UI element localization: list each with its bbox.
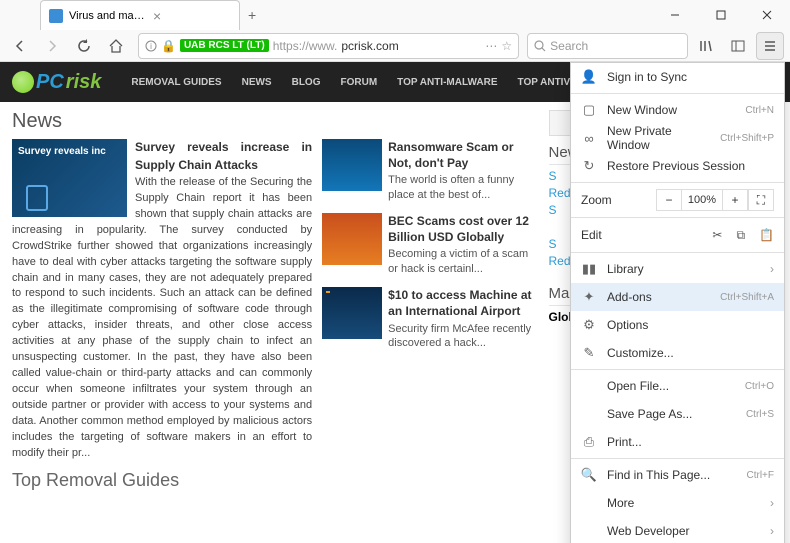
- browser-tab[interactable]: Virus and malware removal ins ×: [40, 0, 240, 30]
- menu-find[interactable]: 🔍Find in This Page...Ctrl+F: [571, 461, 784, 489]
- paste-icon[interactable]: 📋: [759, 228, 774, 243]
- maximize-button[interactable]: [698, 0, 744, 30]
- url-prefix: https://www.: [273, 39, 338, 53]
- app-menu: 👤Sign in to Sync ▢New WindowCtrl+N ∞New …: [570, 62, 785, 543]
- article-excerpt: Becoming a victim of a scam or hack is c…: [388, 248, 528, 275]
- secondary-articles: Ransomware Scam or Not, don't Pay The wor…: [322, 139, 536, 462]
- reload-button[interactable]: [70, 32, 98, 60]
- nav-anti-malware[interactable]: TOP ANTI-MALWARE: [387, 77, 507, 88]
- featured-body: conducted by CrowdStrike further showed …: [12, 224, 312, 459]
- tab-title: Virus and malware removal ins: [69, 10, 147, 22]
- print-icon: ⎙: [581, 434, 597, 450]
- home-button[interactable]: [102, 32, 130, 60]
- content-area: PCrisk REMOVAL GUIDES NEWS BLOG FORUM TO…: [0, 62, 790, 543]
- article-thumb: [322, 139, 382, 191]
- logo-text-2: risk: [66, 71, 102, 94]
- find-icon: 🔍: [581, 467, 597, 483]
- featured-title[interactable]: Survey reveals increase in Supply Chain …: [135, 140, 312, 172]
- chevron-right-icon: ›: [770, 524, 774, 538]
- nav-removal-guides[interactable]: REMOVAL GUIDES: [121, 77, 231, 88]
- article-excerpt: The world is often a funny place at the …: [388, 174, 514, 201]
- article-thumb: [322, 213, 382, 265]
- library-icon: ▮▮: [581, 261, 597, 277]
- mask-icon: ∞: [581, 131, 597, 146]
- news-heading: News: [12, 110, 537, 133]
- menu-new-window[interactable]: ▢New WindowCtrl+N: [571, 96, 784, 124]
- close-tab-icon[interactable]: ×: [153, 8, 231, 24]
- featured-article: Survey reveals inc Survey reveals increa…: [12, 139, 312, 462]
- gear-icon: ⚙: [581, 317, 597, 333]
- restore-icon: ↻: [581, 158, 597, 174]
- nav-forum[interactable]: FORUM: [330, 77, 387, 88]
- article-bec[interactable]: BEC Scams cost over 12 Billion USD Globa…: [322, 213, 536, 277]
- forward-button[interactable]: [38, 32, 66, 60]
- menu-webdev[interactable]: Web Developer›: [571, 517, 784, 543]
- menu-edit: Edit ✂ ⧉ 📋: [571, 220, 784, 250]
- zoom-value: 100%: [682, 189, 722, 211]
- main-column: News Survey reveals inc Survey reveals i…: [12, 110, 537, 491]
- menu-print[interactable]: ⎙Print...: [571, 428, 784, 456]
- zoom-in-button[interactable]: +: [722, 189, 748, 211]
- article-title: BEC Scams cost over 12 Billion USD Globa…: [388, 213, 536, 245]
- article-thumb: [322, 287, 382, 339]
- menu-addons[interactable]: ✦Add-onsCtrl+Shift+A: [571, 283, 784, 311]
- minimize-button[interactable]: [652, 0, 698, 30]
- chevron-right-icon: ›: [770, 262, 774, 276]
- featured-thumb: Survey reveals inc: [12, 139, 127, 217]
- article-title: Ransomware Scam or Not, don't Pay: [388, 139, 536, 171]
- nav-news[interactable]: NEWS: [232, 77, 282, 88]
- article-excerpt: Security firm McAfee recently discovered…: [388, 323, 531, 350]
- menu-more[interactable]: More›: [571, 489, 784, 517]
- lock-icon: 🔒: [161, 39, 176, 53]
- search-placeholder: Search: [550, 39, 588, 53]
- menu-library[interactable]: ▮▮Library›: [571, 255, 784, 283]
- top-removal-heading: Top Removal Guides: [12, 470, 537, 491]
- menu-open-file[interactable]: Open File...Ctrl+O: [571, 372, 784, 400]
- new-tab-button[interactable]: +: [248, 7, 256, 23]
- back-button[interactable]: [6, 32, 34, 60]
- toolbar: i 🔒 UAB RCS LT (LT) https://www.pcrisk.c…: [0, 30, 790, 62]
- bookmark-icon[interactable]: ☆: [501, 39, 512, 53]
- copy-icon[interactable]: ⧉: [736, 228, 745, 243]
- close-window-button[interactable]: [744, 0, 790, 30]
- fullscreen-button[interactable]: ⛶: [748, 189, 774, 211]
- sidebar-button[interactable]: [724, 32, 752, 60]
- menu-new-private[interactable]: ∞New Private WindowCtrl+Shift+P: [571, 124, 784, 152]
- titlebar: Virus and malware removal ins × +: [0, 0, 790, 30]
- article-airport[interactable]: $10 to access Machine at an Internationa…: [322, 287, 536, 351]
- customize-icon: ✎: [581, 345, 597, 361]
- nav-blog[interactable]: BLOG: [282, 77, 331, 88]
- sync-icon: 👤: [581, 69, 597, 85]
- menu-restore[interactable]: ↻Restore Previous Session: [571, 152, 784, 180]
- logo-text-1: PC: [36, 71, 64, 94]
- chevron-right-icon: ›: [770, 496, 774, 510]
- zoom-out-button[interactable]: −: [656, 189, 682, 211]
- cut-icon[interactable]: ✂: [712, 228, 722, 243]
- tab-favicon: [49, 9, 63, 23]
- site-logo[interactable]: PCrisk: [12, 71, 101, 94]
- logo-icon: [12, 71, 34, 93]
- menu-zoom: Zoom − 100% + ⛶: [571, 185, 784, 215]
- ev-badge: UAB RCS LT (LT): [180, 39, 269, 52]
- menu-customize[interactable]: ✎Customize...: [571, 339, 784, 367]
- hamburger-menu-button[interactable]: [756, 32, 784, 60]
- search-bar[interactable]: Search: [527, 33, 688, 59]
- article-ransomware[interactable]: Ransomware Scam or Not, don't Pay The wor…: [322, 139, 536, 203]
- menu-save-page[interactable]: Save Page As...Ctrl+S: [571, 400, 784, 428]
- search-icon: [534, 40, 546, 52]
- info-icon[interactable]: i: [145, 40, 157, 52]
- article-title: $10 to access Machine at an Internationa…: [388, 287, 536, 319]
- svg-text:i: i: [150, 42, 152, 51]
- menu-options[interactable]: ⚙Options: [571, 311, 784, 339]
- library-button[interactable]: [692, 32, 720, 60]
- menu-sync[interactable]: 👤Sign in to Sync: [571, 63, 784, 91]
- addons-icon: ✦: [581, 289, 597, 305]
- page-actions-icon[interactable]: ⋯: [485, 39, 497, 53]
- address-bar[interactable]: i 🔒 UAB RCS LT (LT) https://www.pcrisk.c…: [138, 33, 519, 59]
- window-icon: ▢: [581, 102, 597, 118]
- url-host: pcrisk.com: [341, 39, 398, 53]
